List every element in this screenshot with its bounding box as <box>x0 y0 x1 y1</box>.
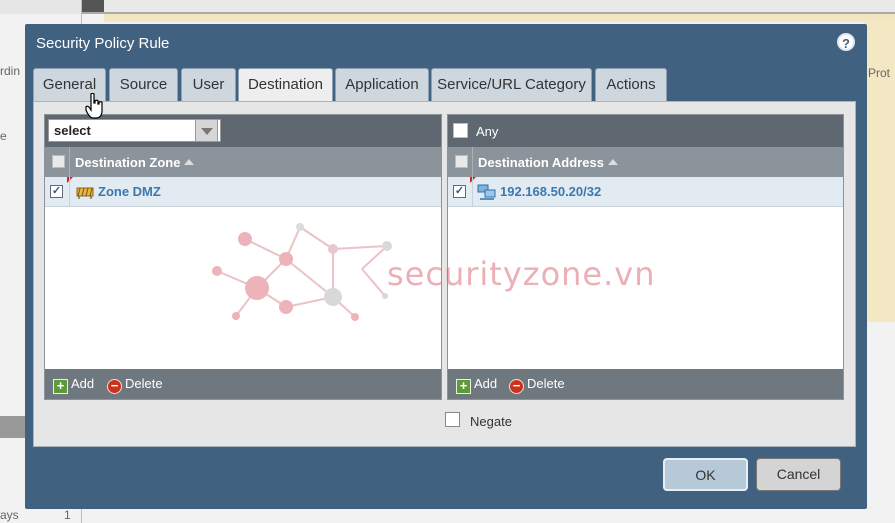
background-left-text-3: ays <box>0 508 19 522</box>
row-checkbox[interactable]: ✓ <box>50 185 63 198</box>
sort-ascending-icon <box>184 159 195 165</box>
tab-source[interactable]: Source <box>109 68 178 102</box>
header-divider <box>472 147 473 177</box>
minus-icon: − <box>509 379 524 394</box>
modified-flag-icon <box>470 177 476 183</box>
address-select-all-checkbox[interactable] <box>455 155 468 168</box>
background-left-text-1: rdin <box>0 64 21 78</box>
address-value[interactable]: 192.168.50.20/32 <box>500 184 601 199</box>
chevron-down-icon[interactable] <box>195 119 218 142</box>
cancel-button[interactable]: Cancel <box>756 458 841 491</box>
header-divider <box>69 147 70 177</box>
background-top-bar <box>82 0 895 14</box>
background-left-text-2: e <box>0 129 7 143</box>
address-footer: + Add − Delete <box>448 369 843 399</box>
hand-cursor-icon <box>85 93 103 119</box>
delete-zone-button[interactable]: − Delete <box>107 376 163 394</box>
zone-icon <box>76 187 94 199</box>
zone-footer: + Add − Delete <box>45 369 441 399</box>
negate-label: Negate <box>470 414 512 429</box>
tab-service-url-category[interactable]: Service/URL Category <box>431 68 592 102</box>
background-left-count: 1 <box>64 508 71 522</box>
zone-column-header: Destination Zone <box>45 147 441 177</box>
add-label: Add <box>474 376 498 391</box>
add-zone-button[interactable]: + Add <box>53 376 95 394</box>
modified-flag-icon <box>67 177 73 183</box>
destination-address-sort-header[interactable]: Destination Address <box>478 155 618 170</box>
row-divider <box>69 177 70 207</box>
any-checkbox[interactable] <box>453 123 468 138</box>
background-top-left <box>0 0 82 14</box>
zone-select-all-checkbox[interactable] <box>52 155 65 168</box>
negate-checkbox[interactable] <box>445 412 460 427</box>
tab-destination[interactable]: Destination <box>238 68 333 103</box>
table-row[interactable]: ✓ Zone DMZ <box>45 177 441 207</box>
background-search-icon <box>82 0 104 12</box>
background-highlight-band <box>104 14 895 22</box>
minus-icon: − <box>107 379 122 394</box>
tab-user[interactable]: User <box>181 68 236 102</box>
zone-toolbar: select <box>45 115 441 147</box>
dialog-title: Security Policy Rule <box>36 35 170 52</box>
add-address-button[interactable]: + Add <box>456 376 498 394</box>
address-toolbar: Any <box>448 115 843 147</box>
row-divider <box>472 177 473 207</box>
network-address-icon <box>477 184 496 200</box>
ok-button[interactable]: OK <box>663 458 748 491</box>
sort-ascending-icon <box>607 159 618 165</box>
address-column-header: Destination Address <box>448 147 843 177</box>
tab-actions[interactable]: Actions <box>595 68 667 102</box>
question-circle-icon[interactable]: ? <box>837 33 855 51</box>
watermark-text: securityzone.vn <box>387 255 656 293</box>
row-checkbox[interactable]: ✓ <box>453 185 466 198</box>
destination-zone-sort-header[interactable]: Destination Zone <box>75 155 195 170</box>
destination-zone-header-label: Destination Zone <box>75 155 181 170</box>
plus-icon: + <box>53 379 68 394</box>
tab-application[interactable]: Application <box>335 68 429 102</box>
delete-label: Delete <box>125 376 163 391</box>
table-row[interactable]: ✓ 192.168.50.20/32 <box>448 177 843 207</box>
delete-address-button[interactable]: − Delete <box>509 376 565 394</box>
any-label: Any <box>476 124 499 139</box>
zone-name[interactable]: Zone DMZ <box>98 184 161 199</box>
delete-label: Delete <box>527 376 565 391</box>
destination-address-header-label: Destination Address <box>478 155 604 170</box>
destination-zone-panel: select Destination Zone ✓ Zone DMZ + Add… <box>44 114 442 400</box>
add-label: Add <box>71 376 95 391</box>
plus-icon: + <box>456 379 471 394</box>
background-left-bar <box>0 416 26 438</box>
